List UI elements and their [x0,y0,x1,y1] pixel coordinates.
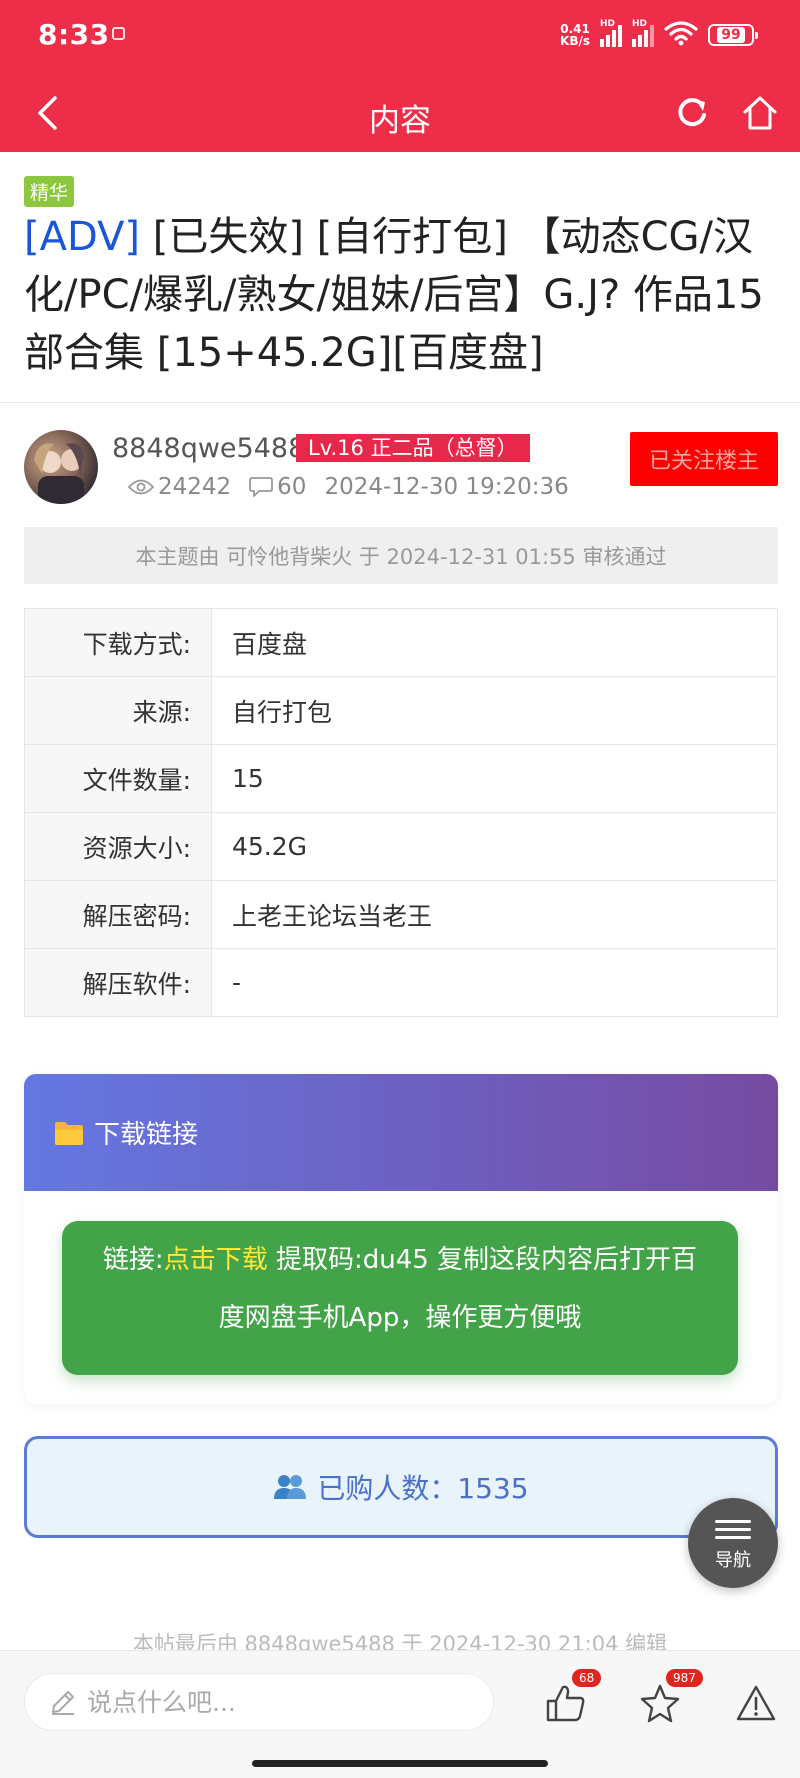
download-card: 下载链接 链接:点击下载 提取码:du45 复制这段内容后打开百度网盘手机App… [24,1074,778,1404]
audit-notice: 本主题由 可怜他背柴火 于 2024-12-31 01:55 审核通过 [24,527,778,584]
table-row: 下载方式: 百度盘 [24,608,778,677]
network-speed: 0.41 KB/s [560,22,590,48]
link-prefix: 链接: [102,1245,164,1275]
eye-icon [128,478,154,496]
status-indicators: 0.41 KB/s HD HD 99 [560,19,758,50]
favorite-count: 987 [666,1669,703,1687]
download-instructions: 提取码:du45 复制这段内容后打开百度网盘手机App，操作更方便哦 [218,1245,698,1333]
pen-icon [49,1688,77,1716]
folder-icon [54,1120,84,1146]
comment-box[interactable] [24,1673,494,1731]
info-key: 文件数量: [24,744,212,813]
warning-icon [736,1685,776,1721]
home-button[interactable] [734,87,786,139]
download-header: 下载链接 [24,1074,778,1191]
refresh-button[interactable] [666,87,718,139]
table-row: 文件数量: 15 [24,744,778,813]
essence-badge: 精华 [24,176,75,207]
info-key: 下载方式: [24,608,212,677]
refresh-icon [678,98,706,127]
buyers-count-box: 已购人数：1535 [24,1436,778,1538]
users-icon [273,1473,307,1501]
download-header-label: 下载链接 [94,1120,199,1150]
table-row: 资源大小: 45.2G [24,812,778,881]
buyers-count-label: 已购人数：1535 [317,1472,529,1505]
post-meta: 24242 60 2024-12-30 19:20:36 [128,474,569,500]
table-row: 解压软件: - [24,948,778,1017]
comment-input[interactable] [87,1687,447,1717]
info-value: 45.2G [211,812,778,881]
post-datetime: 2024-12-30 19:20:36 [324,474,569,500]
wifi-icon [664,20,698,50]
avatar[interactable] [24,430,98,504]
info-value: 15 [211,744,778,813]
table-row: 来源: 自行打包 [24,676,778,745]
home-icon [743,96,777,130]
home-indicator [252,1760,548,1767]
info-key: 解压密码: [24,880,212,949]
divider [0,402,800,403]
author-name[interactable]: 8848qwe5488 [112,433,305,464]
favorite-button[interactable]: 987 [630,1669,703,1733]
floating-nav-label: 导航 [715,1549,751,1571]
like-count: 68 [572,1669,602,1687]
resource-info-table: 下载方式: 百度盘 来源: 自行打包 文件数量: 15 资源大小: 45.2G 解压密码… [24,608,778,1017]
info-key: 来源: [24,676,212,745]
status-time: 8:33 [38,18,110,51]
download-box: 链接:点击下载 提取码:du45 复制这段内容后打开百度网盘手机App，操作更方… [62,1221,738,1375]
comment-count: 60 [277,474,307,500]
report-button[interactable] [726,1673,786,1733]
info-key: 资源大小: [24,812,212,881]
comment-icon [249,476,274,498]
info-value: 自行打包 [211,676,778,745]
level-badge: Lv.16 正二品（总督） [296,434,530,462]
info-value: 百度盘 [211,608,778,677]
info-value: 上老王论坛当老王 [211,880,778,949]
post-title: [ADV] [已失效] [自行打包] 【动态CG/汉化/PC/爆乳/熟女/姐妹/… [24,208,784,382]
signal-1-icon: HD [600,19,622,47]
signal-2-icon: HD [632,19,654,47]
adv-tag: [ADV] [24,214,141,260]
download-link[interactable]: 点击下载 [164,1245,268,1275]
star-icon [640,1684,680,1723]
menu-icon [715,1515,751,1544]
info-value: - [211,948,778,1017]
notification-icon [112,27,125,40]
follow-button[interactable]: 已关注楼主 [630,432,778,486]
status-bar: 8:33 0.41 KB/s HD HD 99 [0,0,800,75]
like-button[interactable]: 68 [536,1669,602,1733]
battery-icon: 99 [708,24,758,46]
view-count: 24242 [158,474,232,500]
bottom-action-bar: 68 987 [0,1650,800,1778]
info-key: 解压软件: [24,948,212,1017]
thumbs-up-icon [546,1685,585,1722]
table-row: 解压密码: 上老王论坛当老王 [24,880,778,949]
nav-bar: 内容 [0,75,800,152]
floating-nav-button[interactable]: 导航 [688,1498,778,1588]
